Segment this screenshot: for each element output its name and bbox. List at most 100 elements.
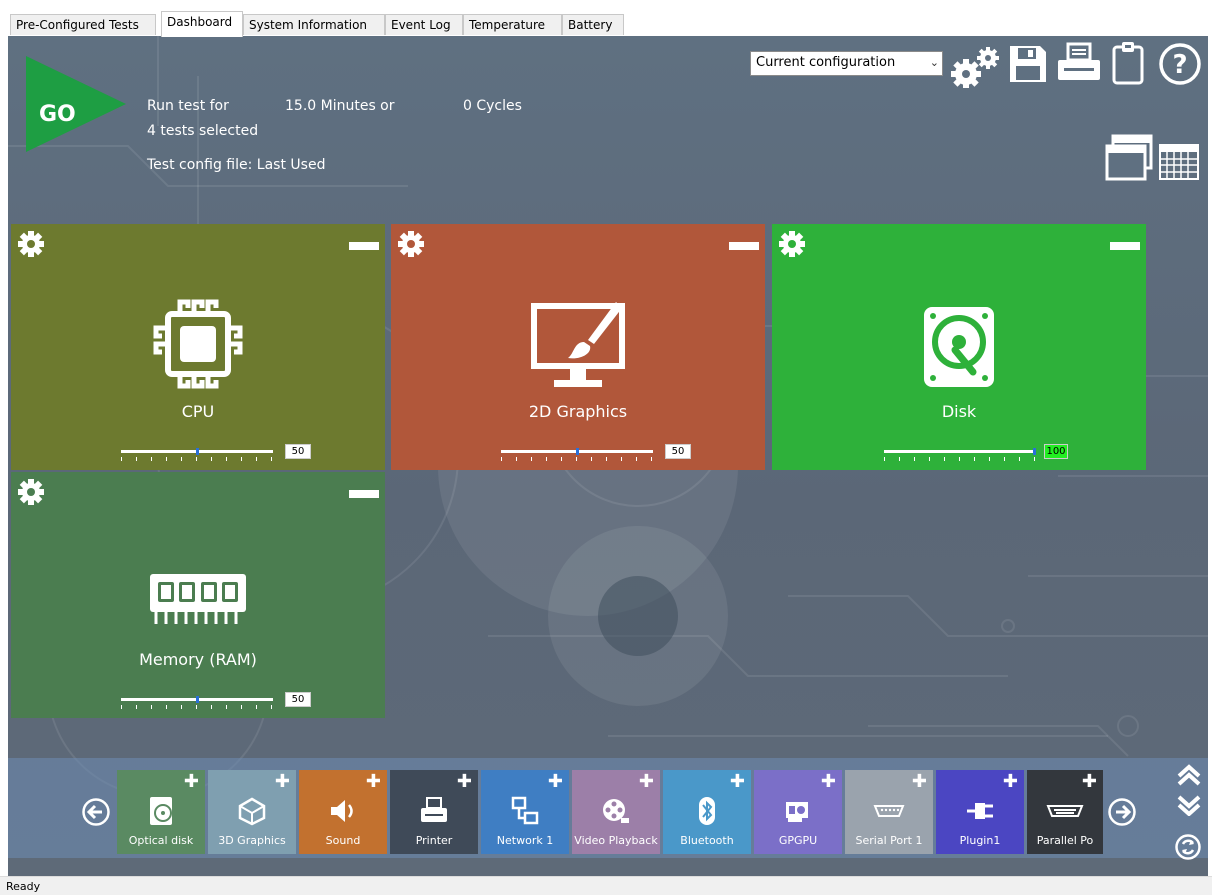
module-label: Parallel Po <box>1036 834 1094 847</box>
module-label: Network 1 <box>496 834 554 847</box>
tab-event-log[interactable]: Event Log <box>385 14 463 35</box>
tile-label: CPU <box>181 402 215 421</box>
plus-icon[interactable]: ✚ <box>275 773 290 791</box>
load-value[interactable]: 50 <box>665 444 691 459</box>
load-value[interactable]: 100 <box>1044 444 1068 459</box>
dashboard-panel: GO Run test for 15.0 Minutes or 0 Cycles… <box>8 36 1208 876</box>
gear-icon[interactable] <box>395 228 427 260</box>
module-network[interactable]: ✚ Network 1 <box>481 770 569 854</box>
plugin-icon <box>967 803 993 819</box>
plus-icon[interactable]: ✚ <box>639 773 654 791</box>
plus-icon[interactable]: ✚ <box>366 773 381 791</box>
module-serial-port[interactable]: ✚ Serial Port 1 <box>845 770 933 854</box>
tab-temperature[interactable]: Temperature <box>463 14 562 35</box>
module-plugin[interactable]: ✚ Plugin1 <box>936 770 1024 854</box>
module-parallel-port[interactable]: ✚ Parallel Po <box>1027 770 1103 854</box>
status-bar: Ready <box>0 876 1212 895</box>
duration-cycles[interactable]: 0 Cycles <box>463 98 522 114</box>
plus-icon[interactable]: ✚ <box>730 773 745 791</box>
tab-pre-configured-tests[interactable]: Pre-Configured Tests <box>10 14 156 35</box>
gear-icon[interactable] <box>776 228 808 260</box>
load-slider[interactable] <box>884 448 1036 461</box>
module-sound[interactable]: ✚ Sound <box>299 770 387 854</box>
minus-icon[interactable] <box>729 242 759 250</box>
test-tile-2d-graphics[interactable]: 2D Graphics 50 <box>391 224 765 470</box>
network-icon <box>511 796 539 825</box>
module-video-playback[interactable]: ✚ Video Playback <box>572 770 660 854</box>
print-icon[interactable] <box>1056 42 1102 84</box>
minus-icon[interactable] <box>1110 242 1140 250</box>
refresh-icon[interactable] <box>1174 833 1202 861</box>
module-label: Optical disk <box>128 834 194 847</box>
tile-label: Memory (RAM) <box>139 650 257 669</box>
module-label: Printer <box>415 834 453 847</box>
run-test-for-label: Run test for <box>147 98 229 114</box>
load-slider[interactable] <box>121 448 273 461</box>
module-gpgpu[interactable]: ✚ GPGPU <box>754 770 842 854</box>
gear-icon[interactable] <box>15 476 47 508</box>
duration-minutes[interactable]: 15.0 Minutes or <box>285 98 395 114</box>
3d-graphics-icon <box>238 797 266 826</box>
tab-system-information[interactable]: System Information <box>243 14 385 35</box>
plus-icon[interactable]: ✚ <box>912 773 927 791</box>
load-slider[interactable] <box>501 448 653 461</box>
video-playback-icon <box>603 799 629 823</box>
plus-icon[interactable]: ✚ <box>457 773 472 791</box>
chevron-down-icon: ⌄ <box>929 56 939 69</box>
module-label: 3D Graphics <box>218 834 286 847</box>
module-label: Sound <box>325 834 361 847</box>
load-slider[interactable] <box>121 696 273 709</box>
slider-ticks <box>501 457 653 461</box>
tab-dashboard[interactable]: Dashboard <box>161 11 243 37</box>
tile-label: 2D Graphics <box>528 402 628 421</box>
tile-label: Disk <box>941 402 977 421</box>
plus-icon[interactable]: ✚ <box>548 773 563 791</box>
window-view-icon[interactable] <box>1105 134 1155 182</box>
svg-text:?: ? <box>1172 50 1187 80</box>
module-optical-disk[interactable]: ✚ Optical disk <box>117 770 205 854</box>
go-button[interactable]: GO <box>8 36 138 175</box>
load-value[interactable]: 50 <box>285 444 311 459</box>
module-bluetooth[interactable]: ✚ Bluetooth <box>663 770 751 854</box>
test-tile-memory[interactable]: Memory (RAM) 50 <box>11 472 385 718</box>
minus-icon[interactable] <box>349 490 379 498</box>
module-label: GPGPU <box>778 834 818 847</box>
plus-icon[interactable]: ✚ <box>1003 773 1018 791</box>
grid-view-icon[interactable] <box>1159 144 1199 180</box>
optical-disk-icon <box>150 797 172 825</box>
plus-icon[interactable]: ✚ <box>1082 773 1097 791</box>
minus-icon[interactable] <box>349 242 379 250</box>
parallel-port-icon <box>1046 805 1084 817</box>
slider-thumb[interactable] <box>196 696 199 703</box>
slider-thumb[interactable] <box>196 448 199 455</box>
tests-selected-count: 4 tests selected <box>147 123 259 139</box>
module-3d-graphics[interactable]: ✚ 3D Graphics <box>208 770 296 854</box>
slider-thumb[interactable] <box>576 448 579 455</box>
module-printer[interactable]: ✚ Printer <box>390 770 478 854</box>
configuration-select-value: Current configuration <box>756 55 896 70</box>
config-file-label: Test config file: Last Used <box>147 157 326 173</box>
configuration-select[interactable]: Current configuration ⌄ <box>750 51 943 76</box>
test-tile-cpu[interactable]: CPU 50 <box>11 224 385 470</box>
slider-thumb[interactable] <box>1033 448 1036 455</box>
cpu-icon <box>153 299 243 389</box>
expand-up-icon[interactable] <box>1174 764 1204 786</box>
collapse-down-icon[interactable] <box>1174 794 1204 816</box>
plus-icon[interactable]: ✚ <box>821 773 836 791</box>
settings-gears-icon[interactable] <box>950 44 1002 88</box>
printer-icon <box>421 797 447 822</box>
memory-icon <box>150 574 246 624</box>
arrow-right-icon[interactable] <box>1107 797 1137 827</box>
help-icon[interactable]: ? <box>1158 42 1202 86</box>
save-icon[interactable] <box>1008 44 1048 84</box>
gear-icon[interactable] <box>15 228 47 260</box>
module-label: Video Playback <box>574 834 658 847</box>
arrow-left-icon[interactable] <box>81 797 111 827</box>
tab-battery[interactable]: Battery <box>562 14 624 35</box>
load-value[interactable]: 50 <box>285 692 311 707</box>
go-label: GO <box>39 102 76 127</box>
clipboard-icon[interactable] <box>1111 40 1145 86</box>
test-tile-disk[interactable]: Disk 100 <box>772 224 1146 470</box>
plus-icon[interactable]: ✚ <box>184 773 199 791</box>
slider-ticks <box>884 457 1036 461</box>
